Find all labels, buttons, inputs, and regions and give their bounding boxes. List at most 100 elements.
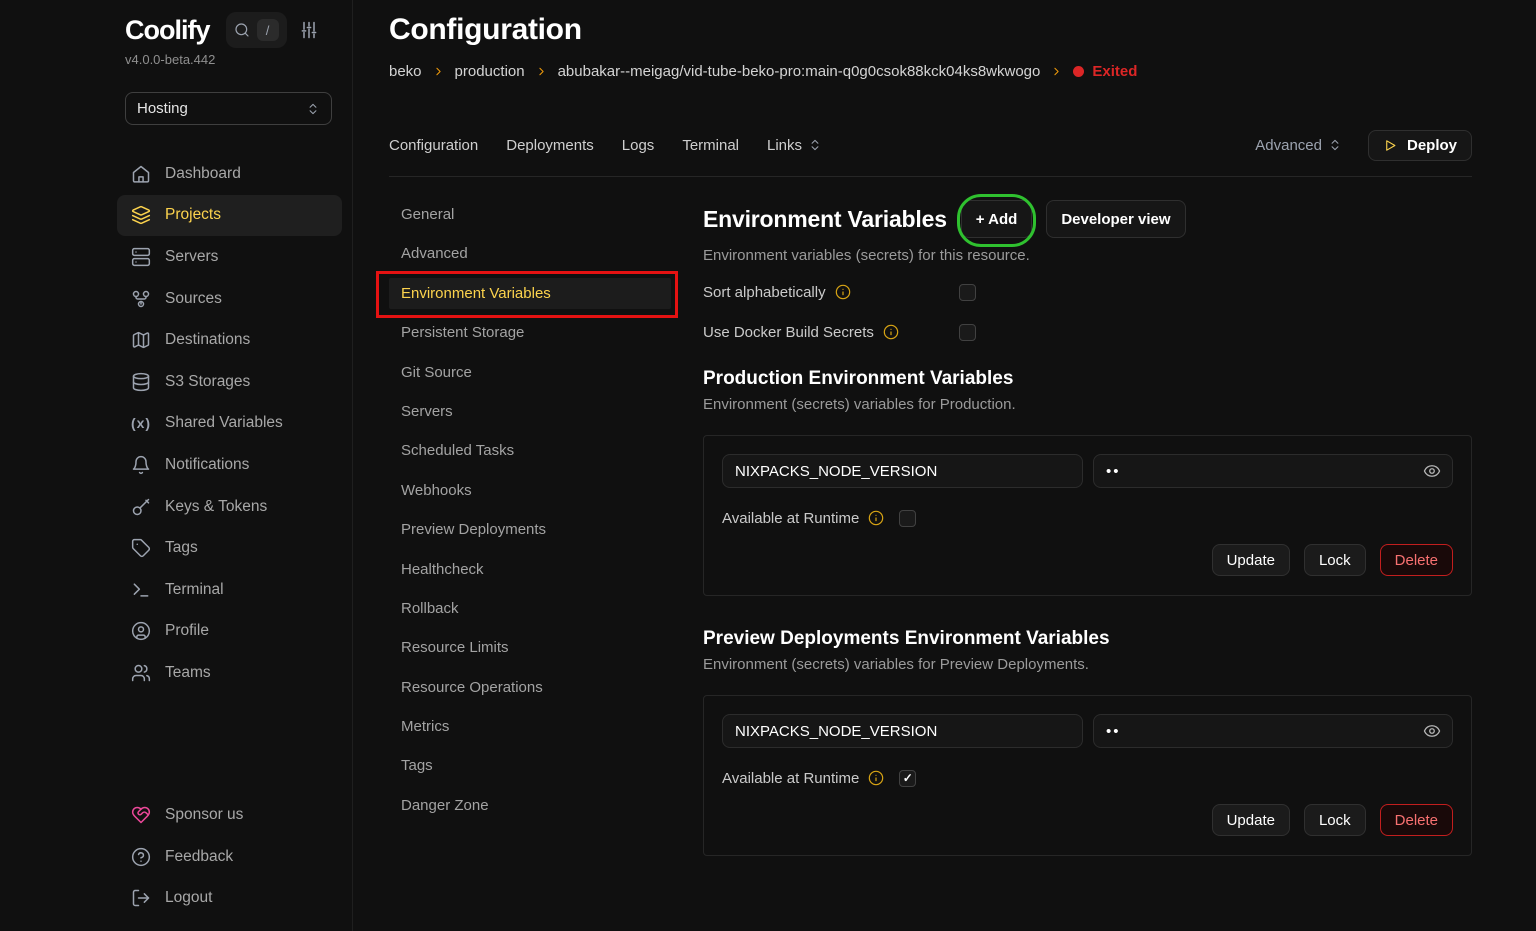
sort-alphabetically-label: Sort alphabetically [703,284,826,301]
sidebar-item-dashboard[interactable]: Dashboard [117,153,342,195]
sidebar-item-label: Profile [165,622,209,640]
subnav-item-danger-zone[interactable]: Danger Zone [389,790,671,821]
section-description: Environment variables (secrets) for this… [703,247,1472,264]
team-selector[interactable]: Hosting [125,92,332,125]
env-name-input[interactable] [722,714,1083,748]
sidebar-item-teams[interactable]: Teams [117,652,342,694]
git-fork-icon [131,289,151,309]
subnav-item-persistent-storage[interactable]: Persistent Storage [389,317,671,348]
add-env-variable-button[interactable]: + Add [961,200,1033,238]
delete-button[interactable]: Delete [1380,804,1453,836]
sidebar-item-shared-variables[interactable]: (x) Shared Variables [117,403,342,445]
breadcrumb-project[interactable]: beko [389,63,422,80]
reveal-value-button[interactable] [1423,722,1441,740]
subnav-item-git-source[interactable]: Git Source [389,357,671,388]
sidebar-item-sponsor-us[interactable]: Sponsor us [117,794,342,836]
info-icon [868,770,884,786]
env-value-input[interactable] [1093,454,1453,488]
env-variables-panel: Environment Variables + Add Developer vi… [703,199,1472,856]
sidebar-item-logout[interactable]: Logout [117,877,342,919]
sidebar-item-label: Keys & Tokens [165,498,267,516]
sidebar-item-s3-storages[interactable]: S3 Storages [117,361,342,403]
breadcrumb-environment[interactable]: production [455,63,525,80]
map-icon [131,330,151,350]
sidebar-item-destinations[interactable]: Destinations [117,319,342,361]
eye-icon [1423,462,1441,480]
available-at-runtime-label: Available at Runtime [722,770,859,787]
sidebar-item-tags[interactable]: Tags [117,527,342,569]
sidebar-item-label: Dashboard [165,165,241,183]
subnav-item-servers[interactable]: Servers [389,396,671,427]
tab-terminal[interactable]: Terminal [682,137,739,154]
search-shortcut-key: / [257,19,279,41]
advanced-dropdown[interactable]: Advanced [1255,137,1342,154]
help-circle-icon [131,847,151,867]
page-title: Configuration [389,10,1472,50]
sidebar-item-label: Servers [165,248,218,266]
chevron-up-down-icon [1328,138,1342,152]
search-button[interactable]: / [226,12,287,48]
subnav-item-tags[interactable]: Tags [389,750,671,781]
sidebar-item-notifications[interactable]: Notifications [117,444,342,486]
sidebar-item-projects[interactable]: Projects [117,195,342,237]
tabs-row: Configuration Deployments Logs Terminal … [389,129,1472,161]
sidebar-item-sources[interactable]: Sources [117,278,342,320]
eye-icon [1423,722,1441,740]
tab-links[interactable]: Links [767,137,822,154]
subnav-item-metrics[interactable]: Metrics [389,711,671,742]
update-button[interactable]: Update [1212,804,1290,836]
available-at-runtime-checkbox[interactable] [899,510,916,527]
breadcrumb-resource[interactable]: abubakar--meigag/vid-tube-beko-pro:main-… [558,63,1041,80]
subnav-item-advanced[interactable]: Advanced [389,238,671,269]
docker-build-secrets-label: Use Docker Build Secrets [703,324,874,341]
env-value-input[interactable] [1093,714,1453,748]
delete-button[interactable]: Delete [1380,544,1453,576]
tab-logs[interactable]: Logs [622,137,655,154]
sidebar-item-servers[interactable]: Servers [117,236,342,278]
tabs-divider [389,176,1472,177]
lock-button[interactable]: Lock [1304,804,1366,836]
key-icon [131,497,151,517]
search-icon [234,22,250,38]
app-logo: Coolify [125,15,210,46]
subnav-item-resource-limits[interactable]: Resource Limits [389,632,671,663]
subnav-item-general[interactable]: General [389,199,671,230]
sort-alphabetically-checkbox[interactable] [959,284,976,301]
sidebar-item-terminal[interactable]: Terminal [117,569,342,611]
subnav-item-preview-deployments[interactable]: Preview Deployments [389,514,671,545]
user-circle-icon [131,621,151,641]
subnav-item-healthcheck[interactable]: Healthcheck [389,554,671,585]
subnav-item-environment-variables[interactable]: Environment Variables [389,278,671,309]
sidebar: Coolify / v4.0.0-beta.442 Hosting Dashbo… [0,0,353,931]
sidebar-footer-nav: Sponsor us Feedback Logout [117,794,342,919]
tag-icon [131,538,151,558]
log-out-icon [131,888,151,908]
lock-button[interactable]: Lock [1304,544,1366,576]
subnav-item-webhooks[interactable]: Webhooks [389,475,671,506]
sidebar-item-keys-tokens[interactable]: Keys & Tokens [117,486,342,528]
docker-build-secrets-checkbox[interactable] [959,324,976,341]
info-icon [835,284,851,300]
sidebar-item-label: Sponsor us [165,806,243,824]
tab-configuration[interactable]: Configuration [389,137,478,154]
update-button[interactable]: Update [1212,544,1290,576]
developer-view-button[interactable]: Developer view [1046,200,1185,238]
sidebar-item-profile[interactable]: Profile [117,611,342,653]
sidebar-item-label: Sources [165,290,222,308]
header-actions: Advanced Deploy [1255,130,1472,161]
layers-icon [131,205,151,225]
env-name-input[interactable] [722,454,1083,488]
tab-links-label: Links [767,137,802,154]
tab-deployments[interactable]: Deployments [506,137,594,154]
deploy-button[interactable]: Deploy [1368,130,1472,161]
subnav-item-rollback[interactable]: Rollback [389,593,671,624]
available-at-runtime-checkbox[interactable]: ✓ [899,770,916,787]
settings-sliders-icon[interactable] [299,20,319,40]
production-env-title: Production Environment Variables [703,368,1472,390]
reveal-value-button[interactable] [1423,462,1441,480]
sidebar-item-label: Notifications [165,456,249,474]
subnav-item-scheduled-tasks[interactable]: Scheduled Tasks [389,435,671,466]
database-icon [131,372,151,392]
sidebar-item-feedback[interactable]: Feedback [117,836,342,878]
subnav-item-resource-operations[interactable]: Resource Operations [389,672,671,703]
